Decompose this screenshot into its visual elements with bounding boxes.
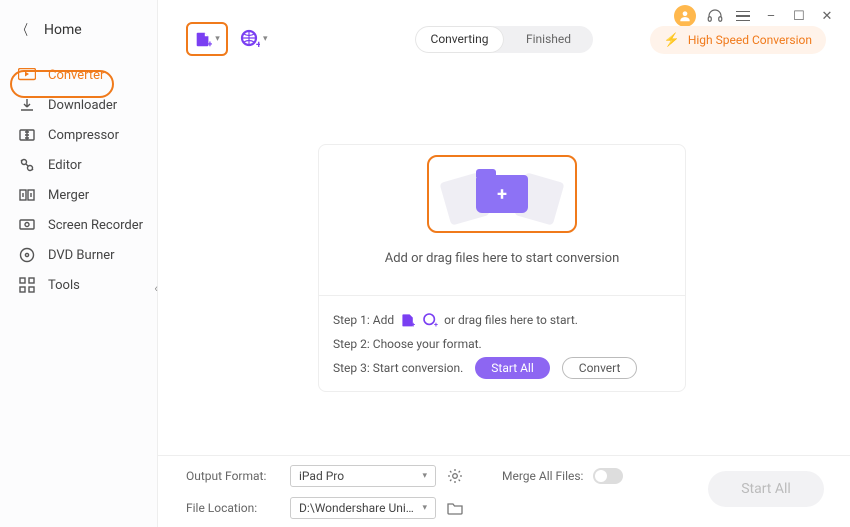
folder-icon: + bbox=[476, 175, 528, 213]
main-area: + ▾ + ▾ Converting Finished ⚡ High Speed… bbox=[158, 0, 850, 527]
sidebar: 〈 Home Converter Downloader Compressor E… bbox=[0, 0, 158, 527]
sidebar-item-label: DVD Burner bbox=[48, 248, 115, 263]
step-1: Step 1: Add + + or drag files here to st… bbox=[333, 308, 671, 332]
convert-button-inline[interactable]: Convert bbox=[562, 357, 638, 379]
dvd-icon bbox=[18, 246, 36, 264]
editor-icon bbox=[18, 156, 36, 174]
compressor-icon bbox=[18, 126, 36, 144]
svg-text:+: + bbox=[256, 40, 260, 49]
bolt-icon: ⚡ bbox=[664, 33, 680, 48]
caret-down-icon: ▾ bbox=[422, 471, 427, 481]
open-folder-icon[interactable] bbox=[446, 499, 464, 517]
start-all-button-inline[interactable]: Start All bbox=[475, 357, 550, 379]
step1-prefix: Step 1: Add bbox=[333, 313, 394, 327]
sidebar-item-dvd-burner[interactable]: DVD Burner bbox=[0, 240, 157, 270]
tab-toggle: Converting Finished bbox=[415, 26, 593, 53]
tools-icon bbox=[18, 276, 36, 294]
tab-finished[interactable]: Finished bbox=[504, 26, 593, 53]
add-url-icon[interactable]: + bbox=[422, 312, 438, 328]
high-speed-badge[interactable]: ⚡ High Speed Conversion bbox=[650, 26, 826, 54]
caret-down-icon: ▾ bbox=[422, 503, 427, 513]
steps-panel: Step 1: Add + + or drag files here to st… bbox=[319, 295, 685, 392]
sidebar-item-label: Downloader bbox=[48, 98, 117, 113]
sidebar-item-downloader[interactable]: Downloader bbox=[0, 90, 157, 120]
sidebar-item-editor[interactable]: Editor bbox=[0, 150, 157, 180]
start-all-button: Start All bbox=[708, 471, 824, 507]
sidebar-item-converter[interactable]: Converter bbox=[0, 60, 157, 90]
converter-icon bbox=[18, 66, 36, 84]
svg-text:+: + bbox=[208, 40, 213, 48]
home-label: Home bbox=[44, 22, 82, 38]
sidebar-item-label: Merger bbox=[48, 188, 89, 203]
sidebar-item-label: Compressor bbox=[48, 128, 119, 143]
dropzone-text: Add or drag files here to start conversi… bbox=[385, 251, 620, 266]
svg-text:+: + bbox=[411, 320, 415, 328]
add-file-icon[interactable]: + bbox=[400, 312, 416, 328]
toolbar: + ▾ + ▾ Converting Finished ⚡ High Speed… bbox=[158, 0, 850, 78]
speed-label: High Speed Conversion bbox=[688, 33, 812, 47]
sidebar-item-label: Converter bbox=[48, 68, 104, 83]
bottom-bar: Output Format: iPad Pro ▾ Merge All File… bbox=[158, 455, 850, 527]
merger-icon bbox=[18, 186, 36, 204]
svg-text:+: + bbox=[434, 320, 438, 328]
add-file-button[interactable]: + ▾ bbox=[186, 22, 228, 56]
merge-toggle[interactable] bbox=[593, 468, 623, 484]
step-2: Step 2: Choose your format. bbox=[333, 332, 671, 356]
add-url-button[interactable]: + ▾ bbox=[240, 29, 268, 49]
download-icon bbox=[18, 96, 36, 114]
sidebar-item-merger[interactable]: Merger bbox=[0, 180, 157, 210]
caret-down-icon: ▾ bbox=[263, 34, 268, 44]
file-location-label: File Location: bbox=[186, 501, 280, 515]
sidebar-item-label: Editor bbox=[48, 158, 82, 173]
sidebar-item-screen-recorder[interactable]: Screen Recorder bbox=[0, 210, 157, 240]
step-3: Step 3: Start conversion. Start All Conv… bbox=[333, 356, 671, 380]
step3-text: Step 3: Start conversion. bbox=[333, 361, 463, 375]
dropzone[interactable]: + Add or drag files here to start conver… bbox=[318, 144, 686, 392]
back-icon: 〈 bbox=[18, 20, 28, 40]
output-format-select[interactable]: iPad Pro ▾ bbox=[290, 465, 436, 487]
merge-label: Merge All Files: bbox=[502, 469, 583, 483]
settings-icon[interactable] bbox=[446, 467, 464, 485]
sidebar-item-label: Screen Recorder bbox=[48, 218, 143, 233]
dropzone-upper: + Add or drag files here to start conver… bbox=[319, 145, 685, 295]
sidebar-item-tools[interactable]: Tools bbox=[0, 270, 157, 300]
home-back[interactable]: 〈 Home bbox=[0, 8, 157, 52]
tab-converting[interactable]: Converting bbox=[415, 26, 504, 53]
sidebar-item-compressor[interactable]: Compressor bbox=[0, 120, 157, 150]
sidebar-item-label: Tools bbox=[48, 278, 80, 293]
step1-suffix: or drag files here to start. bbox=[444, 313, 578, 327]
recorder-icon bbox=[18, 216, 36, 234]
output-format-label: Output Format: bbox=[186, 469, 280, 483]
file-location-select[interactable]: D:\Wondershare UniConverter 1 ▾ bbox=[290, 497, 436, 519]
add-folder-target[interactable]: + bbox=[427, 155, 577, 233]
caret-down-icon: ▾ bbox=[215, 34, 220, 44]
